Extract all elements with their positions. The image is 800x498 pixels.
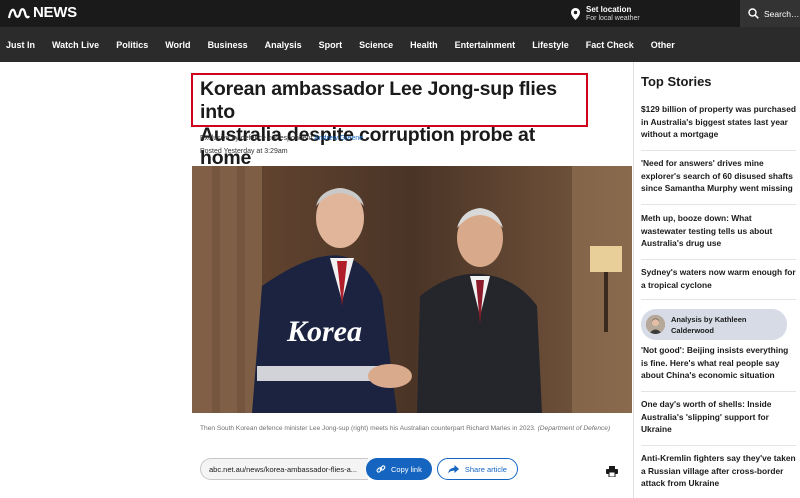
story-divider [641, 150, 796, 151]
share-article-button[interactable]: Share article [436, 458, 518, 480]
nav-item-politics[interactable]: Politics [116, 40, 148, 50]
story-divider [641, 259, 796, 260]
story-divider [641, 445, 796, 446]
copy-link-button[interactable]: Copy link [366, 458, 432, 480]
top-bar: NEWS Set location For local weather Sear… [0, 0, 800, 27]
nav-item-science[interactable]: Science [359, 40, 393, 50]
abc-news-logo[interactable]: NEWS [8, 5, 77, 21]
analysis-line-1: Analysis by Kathleen [671, 314, 747, 324]
top-story-link[interactable]: $129 billion of property was purchased i… [641, 103, 796, 141]
headline-line-1: Korean ambassador Lee Jong-sup flies int… [200, 78, 557, 123]
logo-text: NEWS [33, 4, 77, 21]
caption-text: Then South Korean defence minister Lee J… [200, 425, 536, 432]
share-row: abc.net.au/news/korea-ambassador-flies-a… [200, 458, 518, 480]
nav-item-entertainment[interactable]: Entertainment [455, 40, 516, 50]
caption-credit: (Department of Defence) [537, 425, 611, 432]
article-url-field[interactable]: abc.net.au/news/korea-ambassador-flies-a… [200, 458, 368, 480]
byline-prefix: Exclusive by defence correspondent [200, 135, 313, 142]
set-location-button[interactable]: Set location For local weather [571, 3, 731, 24]
author-link[interactable]: Andrew Greene [314, 135, 363, 142]
share-arrow-icon [447, 464, 459, 473]
analysis-author-text: Analysis by Kathleen Calderwood [671, 314, 746, 336]
hero-image: Korea [192, 166, 632, 413]
share-article-label: Share article [464, 464, 507, 474]
nav-item-business[interactable]: Business [208, 40, 248, 50]
print-button[interactable] [606, 464, 618, 482]
link-icon [376, 465, 386, 473]
search-icon [748, 8, 759, 19]
image-caption: Then South Korean defence minister Lee J… [200, 423, 628, 434]
nav-item-other[interactable]: Other [651, 40, 675, 50]
location-subtitle: For local weather [586, 14, 640, 22]
nav-item-sport[interactable]: Sport [319, 40, 343, 50]
top-story-link[interactable]: One day's worth of shells: Inside Austra… [641, 398, 796, 436]
jacket-text: Korea [286, 315, 362, 348]
analysis-author-badge[interactable]: Analysis by Kathleen Calderwood [641, 309, 787, 340]
top-story-link[interactable]: 'Need for answers' drives mine explorer'… [641, 157, 796, 195]
story-divider [641, 391, 796, 392]
abc-logo-icon [8, 8, 30, 19]
story-divider [641, 204, 796, 205]
search-button[interactable]: Search… [740, 0, 800, 27]
nav-item-health[interactable]: Health [410, 40, 438, 50]
top-story-link[interactable]: Meth up, booze down: What wastewater tes… [641, 212, 796, 250]
analysis-line-2: Calderwood [671, 325, 714, 335]
location-title: Set location [586, 4, 632, 14]
copy-link-label: Copy link [391, 464, 422, 474]
location-pin-icon [571, 7, 580, 20]
top-stories-sidebar: Top Stories $129 billion of property was… [633, 62, 800, 498]
top-story-link[interactable]: Sydney's waters now warm enough for a tr… [641, 266, 796, 291]
top-story-link[interactable]: 'Not good': Beijing insists everything i… [641, 344, 796, 382]
top-stories-title: Top Stories [641, 74, 712, 89]
nav-item-world[interactable]: World [165, 40, 190, 50]
posted-timestamp: Posted Yesterday at 3:29am [200, 148, 288, 155]
main-nav: Just In Watch Live Politics World Busine… [0, 27, 800, 62]
nav-item-fact-check[interactable]: Fact Check [586, 40, 634, 50]
hero-photo: Korea [192, 166, 632, 413]
nav-item-lifestyle[interactable]: Lifestyle [532, 40, 569, 50]
headline-highlight-box: Korean ambassador Lee Jong-sup flies int… [191, 73, 588, 169]
printer-icon [606, 466, 618, 478]
article-headline: Korean ambassador Lee Jong-sup flies int… [200, 78, 579, 170]
story-divider [641, 299, 796, 300]
nav-item-just-in[interactable]: Just In [6, 40, 35, 50]
top-story-link[interactable]: Anti-Kremlin fighters say they've taken … [641, 452, 796, 490]
nav-item-watch-live[interactable]: Watch Live [52, 40, 99, 50]
headline-line-2: Australia despite corruption probe at ho… [200, 124, 535, 169]
nav-item-analysis[interactable]: Analysis [265, 40, 302, 50]
byline: Exclusive by defence correspondent Andre… [200, 135, 363, 142]
search-label: Search… [764, 8, 800, 19]
author-avatar [646, 315, 665, 334]
